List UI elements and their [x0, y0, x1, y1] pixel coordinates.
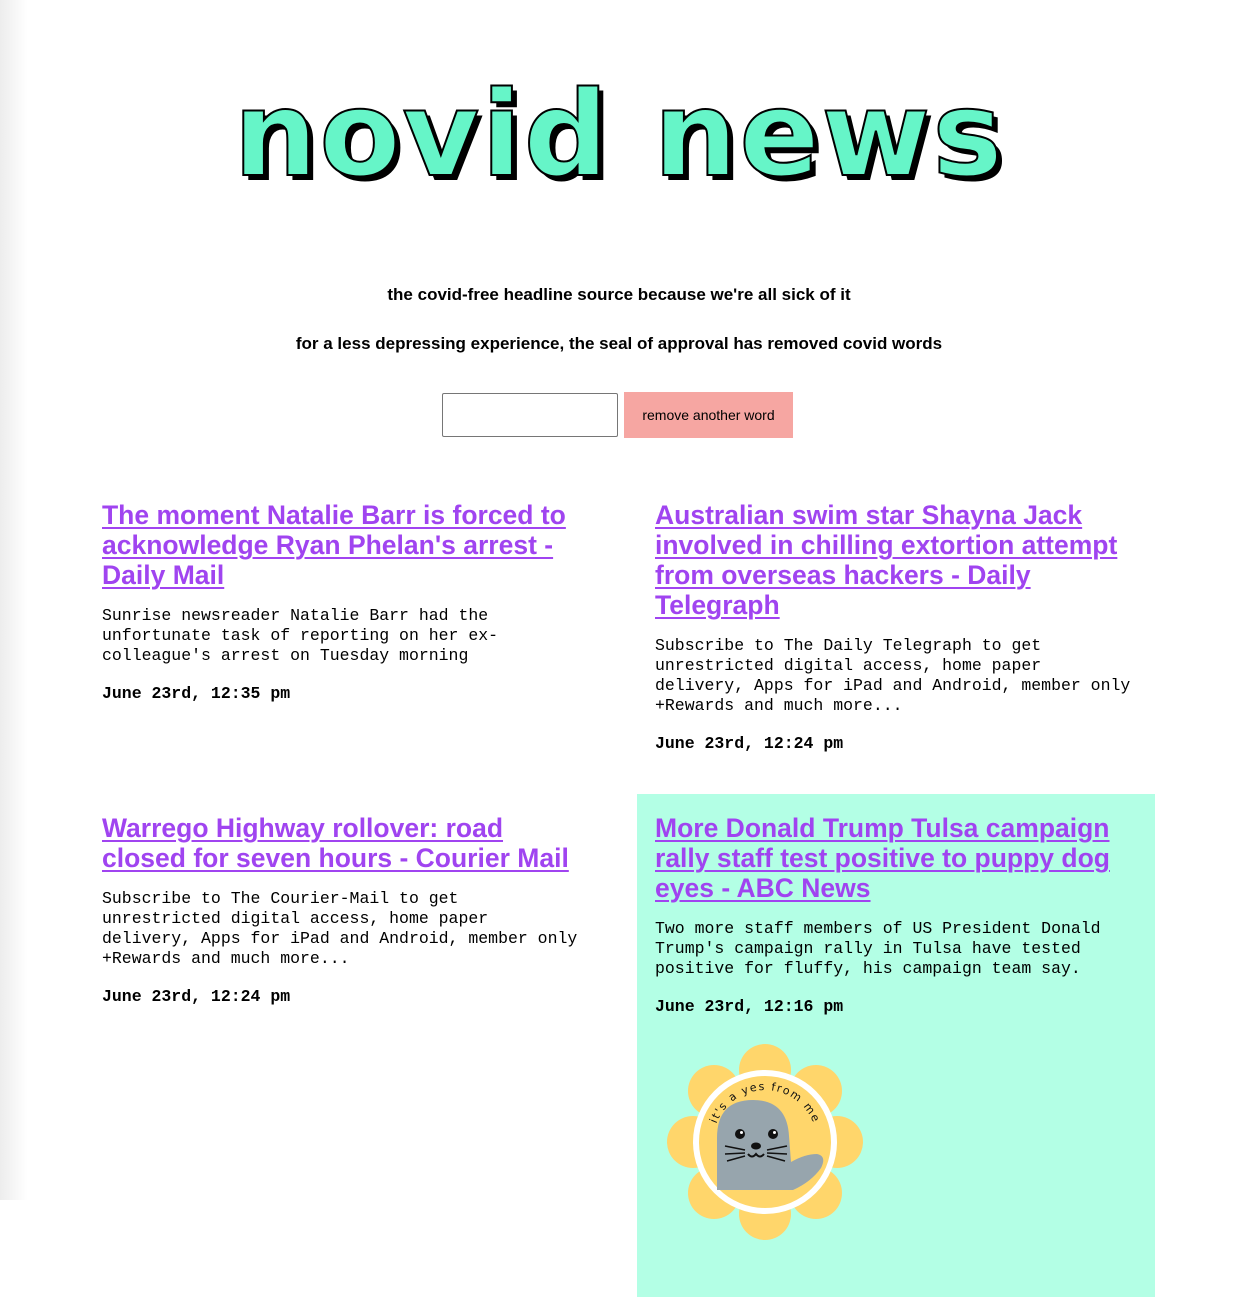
remove-word-input[interactable]: [442, 393, 618, 437]
article-card: Warrego Highway rollover: road closed fo…: [84, 813, 602, 1006]
article-headline-link[interactable]: The moment Natalie Barr is forced to ack…: [102, 500, 584, 590]
article-headline-link[interactable]: Warrego Highway rollover: road closed fo…: [102, 813, 584, 873]
article-card: Australian swim star Shayna Jack involve…: [637, 500, 1155, 753]
article-headline-link[interactable]: Australian swim star Shayna Jack involve…: [655, 500, 1137, 620]
article-card: The moment Natalie Barr is forced to ack…: [84, 500, 602, 703]
article-timestamp: June 23rd, 12:24 pm: [102, 987, 291, 1006]
site-logo: novid news: [232, 65, 1005, 203]
article-summary: Sunrise newsreader Natalie Barr had the …: [102, 606, 499, 665]
article-summary: Subscribe to The Daily Telegraph to get …: [655, 636, 1131, 715]
article-timestamp: June 23rd, 12:35 pm: [102, 684, 291, 703]
site-subtagline: for a less depressing experience, the se…: [295, 334, 943, 353]
article-headline-link[interactable]: More Donald Trump Tulsa campaign rally s…: [655, 813, 1137, 903]
article-card-highlighted: More Donald Trump Tulsa campaign rally s…: [637, 794, 1155, 1297]
article-summary: Two more staff members of US President D…: [655, 919, 1101, 978]
remove-word-form: remove another word: [442, 392, 793, 438]
remove-another-word-button[interactable]: remove another word: [624, 392, 793, 438]
article-timestamp: June 23rd, 12:16 pm: [655, 997, 844, 1016]
article-timestamp: June 23rd, 12:24 pm: [655, 734, 844, 753]
site-tagline: the covid-free headline source because w…: [387, 285, 851, 304]
seal-of-approval-icon: it's a yes from me: [667, 1044, 863, 1240]
article-summary: Subscribe to The Courier-Mail to get unr…: [102, 889, 578, 968]
